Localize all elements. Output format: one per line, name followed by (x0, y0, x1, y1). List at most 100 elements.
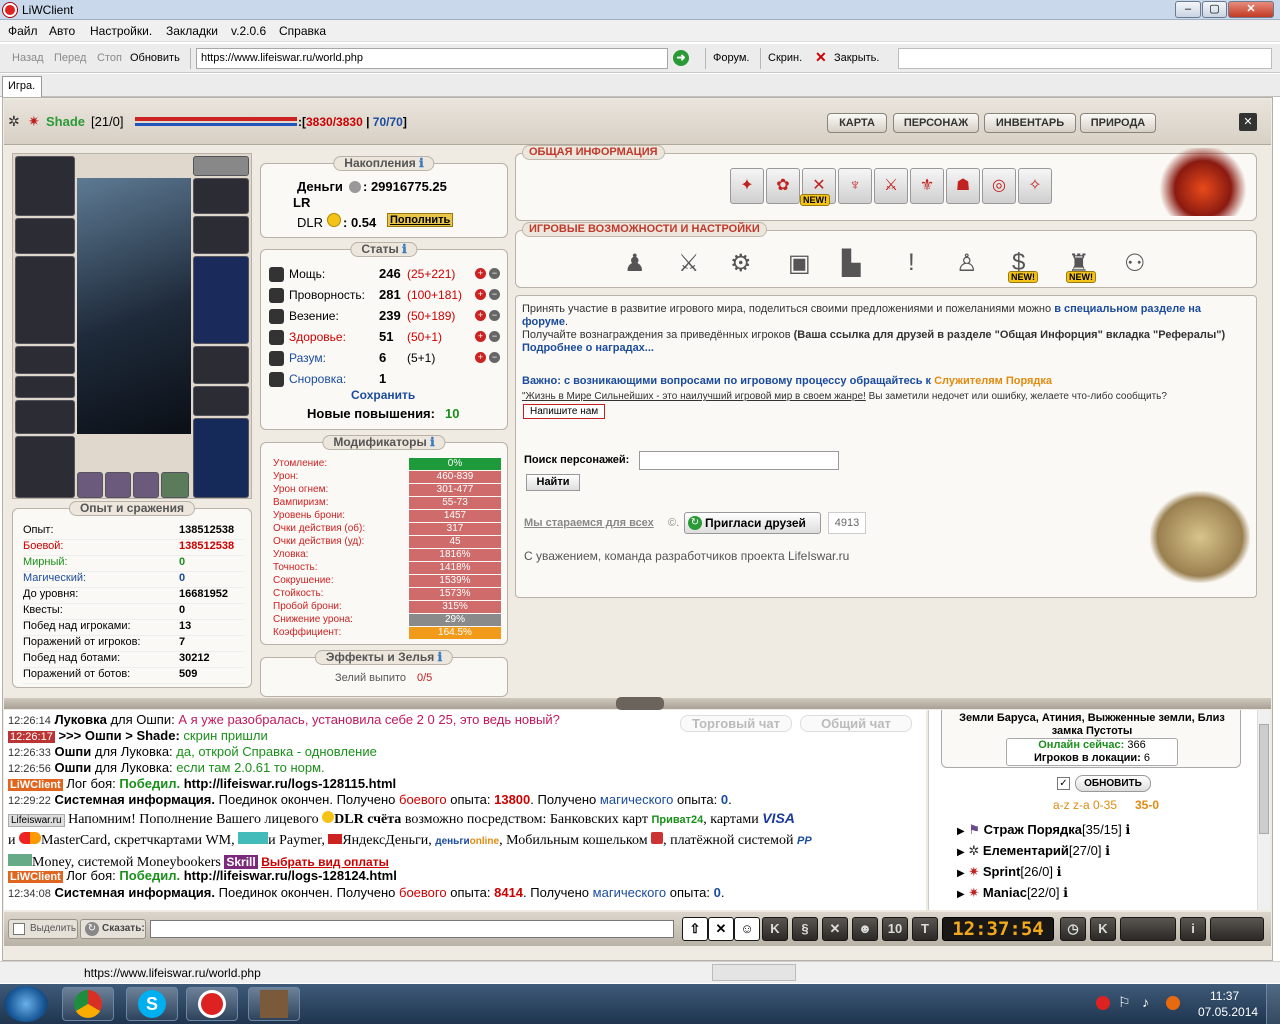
rune-k2-icon[interactable]: K (1090, 917, 1116, 941)
map-button[interactable]: КАРТА (827, 113, 887, 133)
bust-icon[interactable]: ♙ (956, 249, 978, 278)
smiley-face-icon[interactable]: ☺ (734, 917, 760, 941)
player-name[interactable]: Shade (46, 114, 85, 129)
menu-help[interactable]: Справка (279, 24, 326, 38)
refresh-online-button[interactable]: ОБНОВИТЬ (1075, 775, 1151, 792)
select-toggle[interactable]: Выделить (8, 919, 78, 939)
plus-icon[interactable]: + (475, 331, 486, 342)
scroll-up-arrow-icon[interactable]: ⇧ (682, 917, 708, 941)
general-icon-5[interactable]: ⚔ (874, 168, 908, 204)
minus-icon[interactable]: − (489, 352, 500, 363)
plus-icon[interactable]: + (475, 268, 486, 279)
weapon-slot[interactable] (15, 256, 75, 344)
choose-payment-link[interactable]: Выбрать вид оплаты (261, 855, 389, 869)
shoulders-slot[interactable] (193, 178, 249, 214)
order-servants-link[interactable]: Служителям Порядка (934, 375, 1052, 387)
minus-icon[interactable]: − (489, 331, 500, 342)
translit-t-icon[interactable]: T (912, 917, 938, 941)
amulet-slot[interactable] (15, 218, 75, 254)
trying-link[interactable]: Мы стараемся для всех (524, 517, 654, 529)
rings-slot[interactable] (193, 386, 249, 416)
menu-version[interactable]: v.2.0.6 (231, 24, 266, 38)
sort-options[interactable]: а-z z-а 0-35 (1053, 798, 1117, 812)
blank-slot[interactable] (1210, 917, 1264, 941)
swirl-icon[interactable]: § (792, 917, 818, 941)
volume-icon[interactable]: ♪ (1142, 994, 1149, 1010)
player-row[interactable]: ▶ ✷ Maniac[22/0] ℹ (957, 885, 1068, 903)
info-icon[interactable]: ℹ (1057, 864, 1062, 879)
general-icon-9[interactable]: ✧ (1018, 168, 1052, 204)
msg-sender[interactable]: >>> Ошпи > Shade: (58, 728, 179, 743)
rune-k-icon[interactable]: K (762, 917, 788, 941)
bracers-slot[interactable] (193, 216, 249, 254)
plus-icon[interactable]: + (475, 310, 486, 321)
tray-icon[interactable] (1096, 996, 1110, 1010)
search-input[interactable] (639, 451, 839, 470)
stop-button[interactable]: Стоп (97, 52, 122, 64)
close-game-icon[interactable]: ✕ (1239, 113, 1257, 131)
character-figure-icon[interactable]: ♟ (624, 249, 646, 278)
blank-slot[interactable] (1120, 917, 1176, 941)
menu-auto[interactable]: Авто (49, 24, 75, 38)
screenshot-button[interactable]: Скрин. (768, 52, 802, 64)
info-icon[interactable]: ℹ (1105, 843, 1110, 858)
close-button[interactable]: Закрыть. (834, 52, 879, 64)
menu-bookmarks[interactable]: Закладки (166, 24, 218, 38)
battle-log-link[interactable]: http://lifeiswar.ru/logs-128115.html (184, 776, 396, 791)
smile-icon[interactable]: ☻ (852, 917, 878, 941)
potion-slots[interactable] (15, 376, 75, 398)
save-stats-link[interactable]: Сохранить (351, 388, 415, 402)
rune-slot-1[interactable] (77, 472, 103, 498)
shield-slot[interactable] (193, 256, 249, 344)
online-scrollbar[interactable] (1257, 710, 1270, 910)
boots-slot[interactable] (15, 436, 75, 498)
topup-button[interactable]: Пополнить (387, 213, 454, 227)
expand-arrow-icon[interactable]: ▶ (957, 847, 965, 858)
general-icon-7[interactable]: ☗ (946, 168, 980, 204)
back-button[interactable]: Назад (12, 52, 44, 64)
write-us-button[interactable]: Напишите нам (523, 404, 606, 419)
clear-x-icon[interactable]: ✕ (708, 917, 734, 941)
chat-input[interactable] (150, 920, 674, 938)
expand-arrow-icon[interactable]: ▶ (957, 868, 965, 879)
crossed-swords-icon[interactable]: ⚔ (678, 249, 700, 278)
splitter-bar[interactable] (4, 697, 1271, 710)
info-icon[interactable]: ℹ (1063, 885, 1068, 900)
invite-friends-button[interactable]: ↻ Пригласи друзей (684, 512, 821, 534)
minimize-button[interactable]: – (1175, 1, 1201, 18)
share-icon[interactable]: ⚇ (1124, 249, 1146, 278)
sort-selected[interactable]: 35-0 (1135, 798, 1159, 812)
liwclient-taskbar-icon[interactable] (186, 987, 238, 1021)
weapon-set-slot[interactable] (193, 156, 249, 176)
player-name[interactable]: Maniac (983, 885, 1027, 900)
forum-button[interactable]: Форум. (713, 52, 749, 64)
menu-file[interactable]: Файл (8, 24, 38, 38)
tab-game[interactable]: Игра. (2, 76, 42, 98)
tray-app-icon[interactable] (1166, 996, 1180, 1010)
plus-icon[interactable]: + (475, 289, 486, 300)
anvil-icon[interactable]: ▙ (842, 249, 860, 278)
minus-icon[interactable]: − (489, 289, 500, 300)
player-row[interactable]: ▶ ✲ Елементарий[27/0] ℹ (957, 843, 1110, 861)
maximize-button[interactable]: ▢ (1202, 1, 1227, 18)
general-icon-6[interactable]: ⚜ (910, 168, 944, 204)
msg-sender[interactable]: Ошпи (54, 760, 91, 775)
info-icon[interactable]: ℹ (430, 435, 435, 449)
belt-slot[interactable] (15, 346, 75, 374)
exclamation-icon[interactable]: ! (908, 249, 915, 277)
tab-common-chat[interactable]: Общий чат (800, 715, 912, 732)
start-button[interactable] (4, 986, 48, 1022)
battle-log-link[interactable]: http://lifeiswar.ru/logs-128124.html (184, 868, 397, 883)
show-desktop-button[interactable] (1266, 984, 1280, 1024)
info-icon[interactable]: ℹ (419, 156, 424, 170)
armor-slot[interactable] (193, 418, 249, 498)
msg-sender[interactable]: Ошпи (54, 744, 91, 759)
general-icon-8[interactable]: ◎ (982, 168, 1016, 204)
refresh-button[interactable]: Обновить (130, 52, 180, 64)
close-window-button[interactable]: ✕ (1228, 1, 1274, 18)
avatar-taskbar-icon[interactable] (248, 987, 300, 1021)
minus-icon[interactable]: − (489, 268, 500, 279)
rune-slot-2[interactable] (105, 472, 131, 498)
select-checkbox[interactable] (13, 923, 25, 935)
player-row[interactable]: ▶ ⚑ Страж Порядка[35/15] ℹ (957, 822, 1130, 840)
